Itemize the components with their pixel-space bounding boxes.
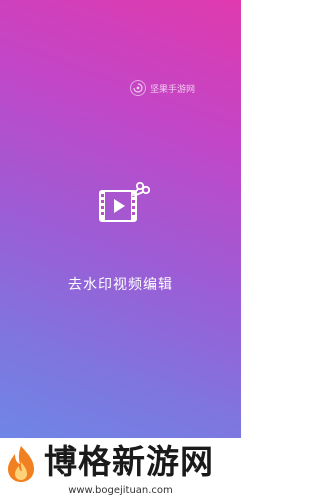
brand-badge-icon	[130, 80, 146, 96]
watermark-text: 坚果手游网	[150, 84, 196, 95]
flame-logo	[8, 446, 34, 482]
brand-name: 博格新游网	[44, 442, 214, 481]
site-watermark: 坚果手游网	[130, 80, 195, 96]
splash-screen: 坚果手游网 去水印视频编辑	[0, 0, 241, 438]
app-title: 去水印视频编辑	[68, 277, 173, 293]
video-scissors-icon	[99, 181, 150, 222]
site-banner: 博格新游网 www.bogejituan.com	[0, 438, 241, 500]
site-url[interactable]: www.bogejituan.com	[0, 485, 241, 496]
